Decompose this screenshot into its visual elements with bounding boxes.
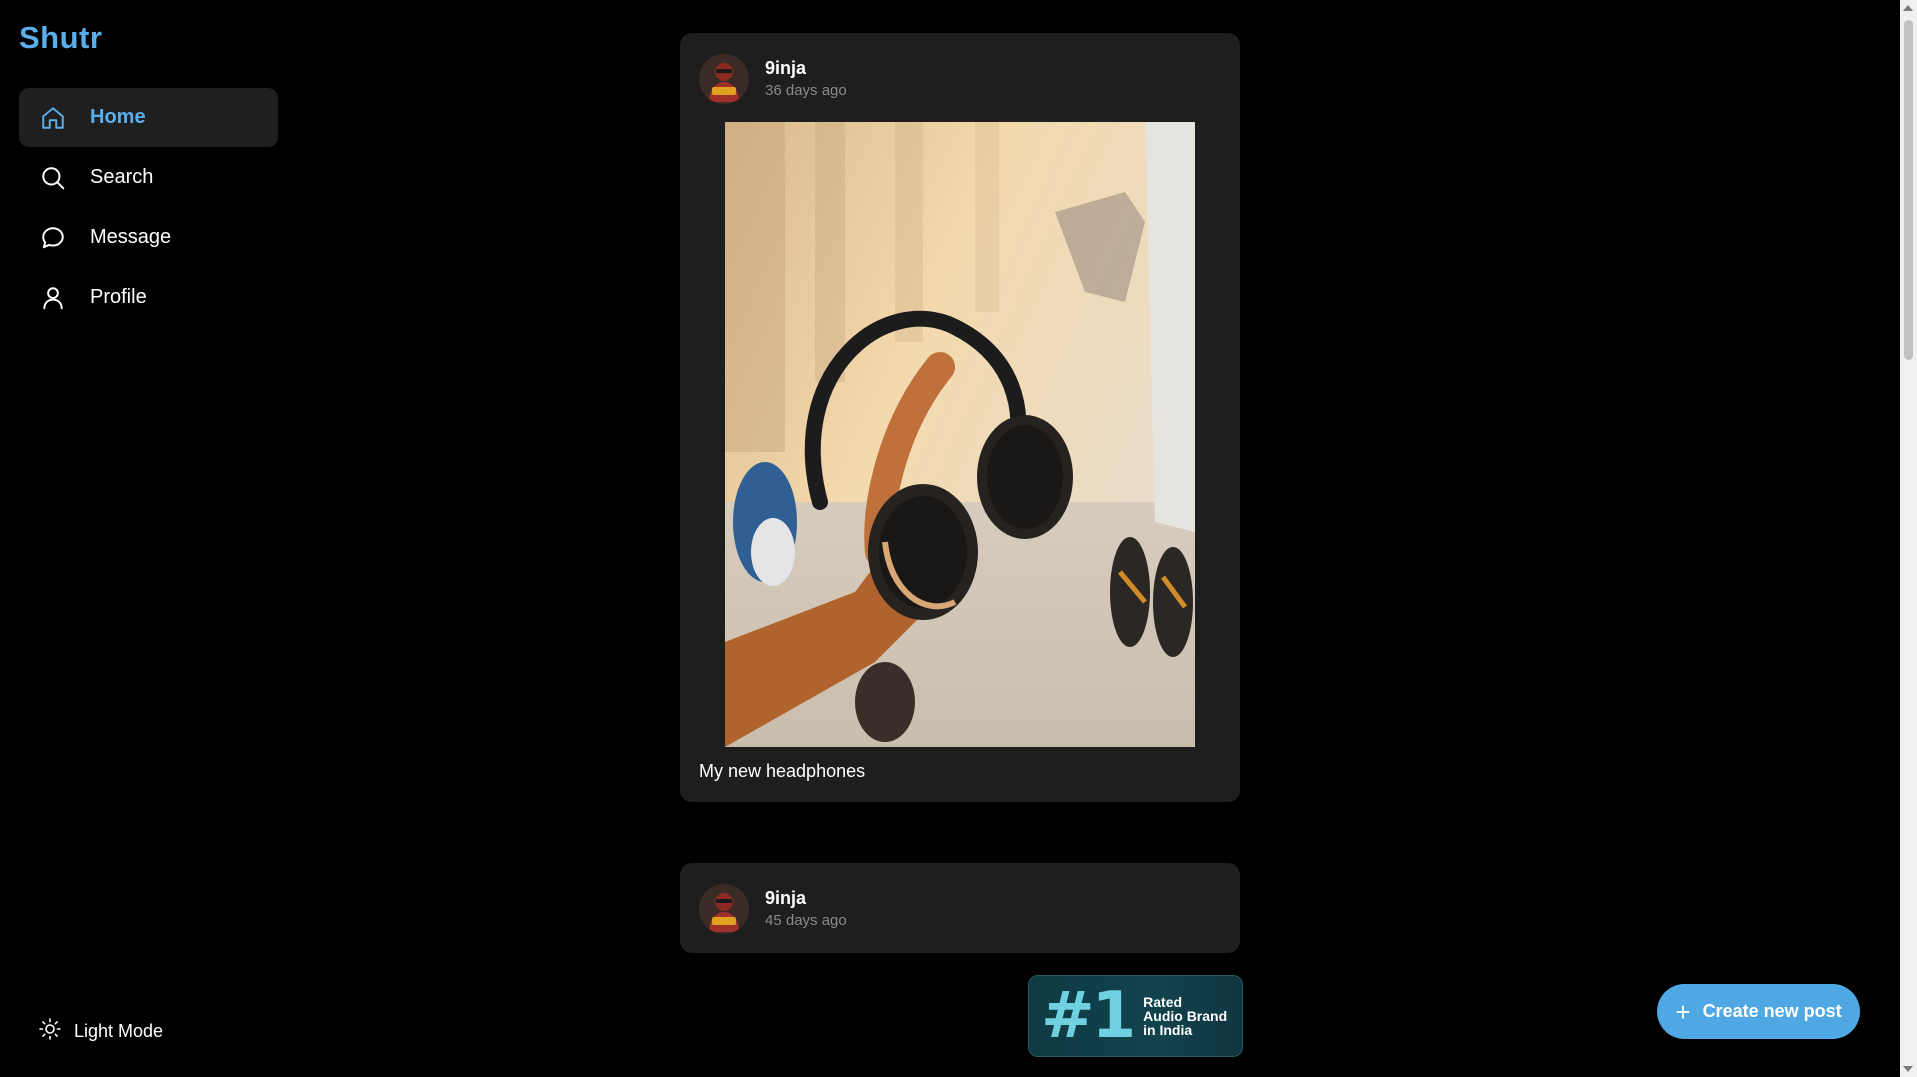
sidebar-item-profile[interactable]: Profile: [19, 268, 278, 327]
avatar[interactable]: [699, 53, 749, 104]
sidebar-item-home[interactable]: Home: [19, 88, 278, 147]
sidebar-item-message[interactable]: Message: [19, 208, 278, 267]
post-header: 9inja 45 days ago: [680, 863, 1240, 935]
ad-text: Rated Audio Brand in India: [1143, 995, 1227, 1037]
ad-big-text: #1: [1041, 979, 1136, 1053]
ad-line-3: in India: [1143, 1022, 1193, 1038]
post-time: 45 days ago: [765, 912, 847, 929]
app-logo[interactable]: Shutr: [19, 20, 102, 56]
ad-banner[interactable]: #1 Rated Audio Brand in India: [1028, 975, 1243, 1057]
scroll-down-icon[interactable]: [1903, 1066, 1913, 1072]
post-header: 9inja 36 days ago: [680, 33, 1240, 105]
user-icon: [39, 284, 67, 312]
sidebar-item-label: Profile: [90, 286, 147, 308]
post-meta: 9inja 36 days ago: [765, 58, 847, 99]
sidebar-item-label: Message: [90, 226, 172, 248]
feed: 9inja 36 days ago My new headphones 9inj…: [680, 33, 1240, 953]
light-mode-toggle[interactable]: Light Mode: [38, 1017, 163, 1046]
sidebar-item-label: Search: [90, 166, 154, 188]
post-time: 36 days ago: [765, 82, 847, 99]
ad-line-2: Audio Brand: [1143, 1008, 1228, 1024]
sidebar-item-label: Home: [90, 106, 146, 128]
light-mode-label: Light Mode: [74, 1021, 164, 1041]
sidebar-nav: Home Search Message Profile: [19, 88, 278, 328]
create-post-button[interactable]: + Create new post: [1657, 984, 1860, 1039]
post-meta: 9inja 45 days ago: [765, 888, 847, 929]
avatar[interactable]: [699, 883, 749, 934]
sidebar: Shutr Home Search Message Profile Light …: [0, 0, 300, 1077]
plus-icon: +: [1675, 996, 1691, 1027]
post-caption: My new headphones: [699, 761, 866, 781]
sidebar-item-search[interactable]: Search: [19, 148, 278, 207]
scroll-thumb[interactable]: [1904, 20, 1913, 360]
ad-line-1: Rated: [1143, 994, 1183, 1010]
search-icon: [39, 164, 67, 192]
post-image[interactable]: [725, 122, 1195, 747]
create-post-label: Create new post: [1702, 1001, 1842, 1021]
sun-icon: [38, 1017, 62, 1046]
post-card: 9inja 45 days ago: [680, 863, 1240, 953]
post-username[interactable]: 9inja: [765, 888, 847, 909]
post-username[interactable]: 9inja: [765, 58, 847, 79]
home-icon: [39, 104, 67, 132]
message-icon: [39, 224, 67, 252]
post-card: 9inja 36 days ago My new headphones: [680, 33, 1240, 802]
scrollbar[interactable]: [1900, 0, 1917, 1077]
scroll-up-icon[interactable]: [1903, 5, 1913, 11]
